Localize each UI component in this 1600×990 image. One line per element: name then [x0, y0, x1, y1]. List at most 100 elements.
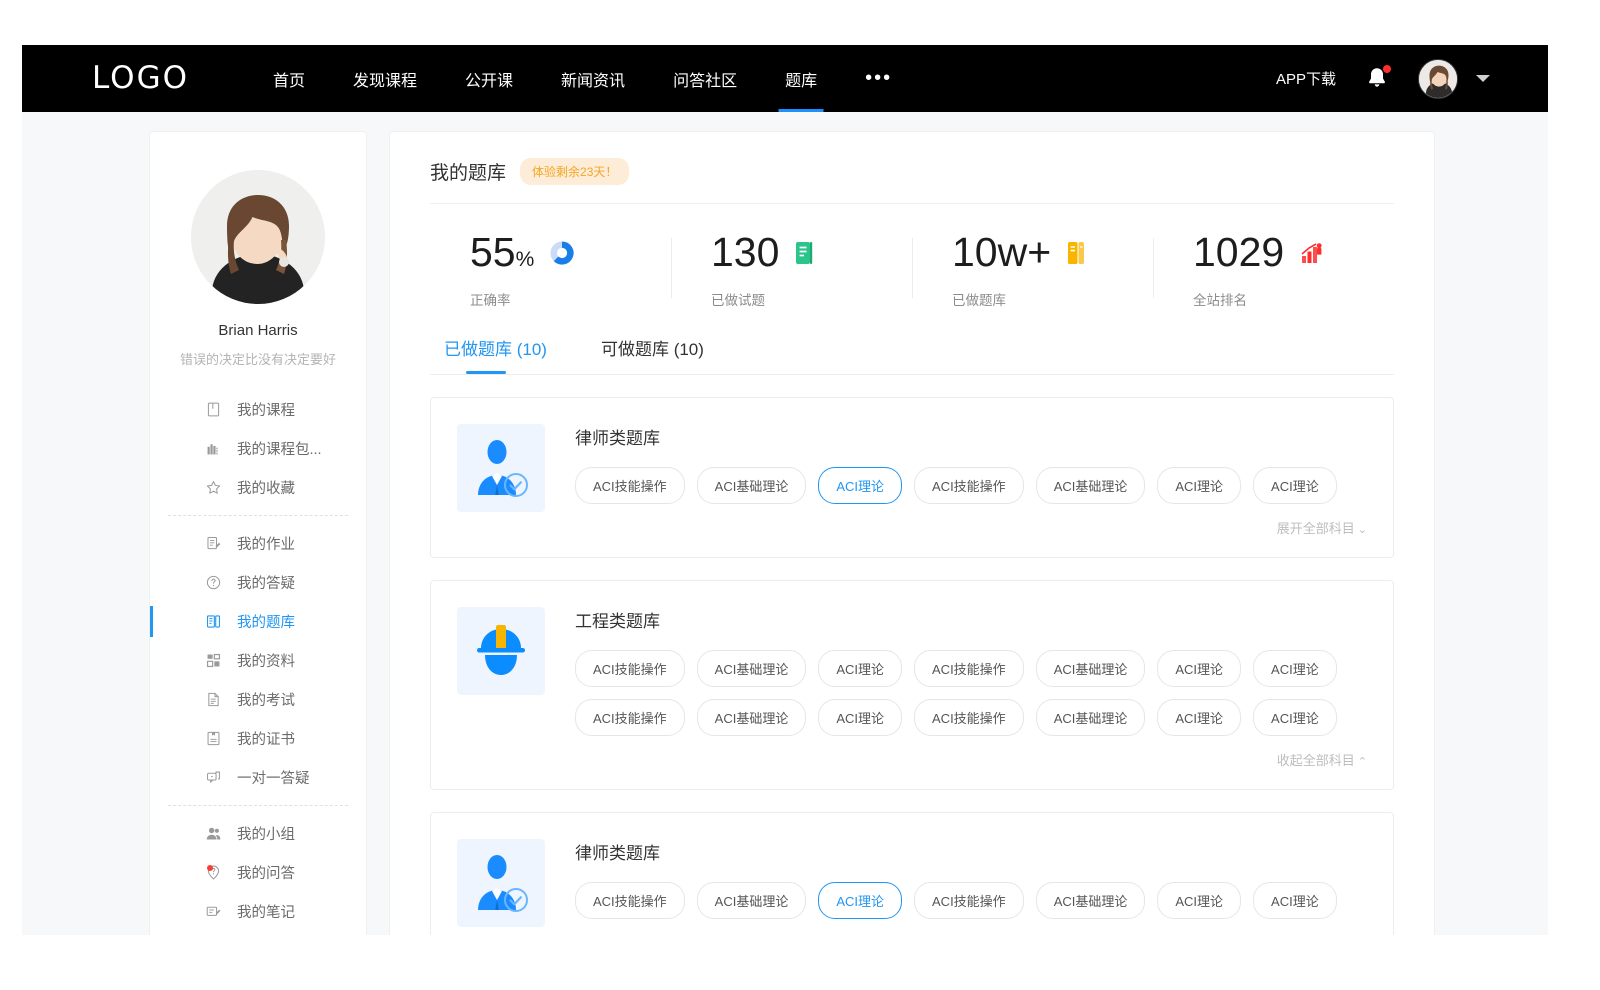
subject-chip[interactable]: ACI基础理论 [697, 699, 807, 736]
user-avatar-button[interactable] [1418, 59, 1458, 99]
stat-card-2: 10w+ 已做题库 [912, 232, 1153, 309]
sidebar-item-label: 我的课程包... [237, 438, 322, 459]
bank-body: 律师类题库ACI技能操作ACI基础理论ACI理论ACI技能操作ACI基础理论AC… [545, 424, 1367, 545]
subject-chip[interactable]: ACI理论 [1157, 467, 1241, 504]
lawyer-avatar-icon [471, 852, 531, 914]
stat-value: 130 [711, 232, 779, 273]
sidebar-item-5[interactable]: 我的题库 [150, 602, 366, 641]
sidebar-item-9[interactable]: 一对一答疑 [150, 758, 366, 797]
subject-chip[interactable]: ACI理论 [818, 882, 902, 919]
subject-chip[interactable]: ACI理论 [1253, 699, 1337, 736]
expand-subjects-link[interactable]: 收起全部科目⌃ [575, 748, 1367, 777]
sidebar-item-3[interactable]: 我的作业 [150, 524, 366, 563]
subject-chip[interactable]: ACI基础理论 [1036, 467, 1146, 504]
subject-chip[interactable]: ACI基础理论 [1036, 699, 1146, 736]
star-icon [204, 479, 222, 497]
subject-chip[interactable]: ACI基础理论 [1036, 650, 1146, 687]
trial-status-badge: 体验剩余23天！ [520, 158, 629, 185]
subject-chip[interactable]: ACI理论 [1157, 882, 1241, 919]
sidebar-item-12[interactable]: 我的笔记 [150, 892, 366, 931]
stat-number: 1029 [1193, 229, 1284, 275]
tab-0[interactable]: 已做题库 (10) [444, 335, 547, 374]
subject-chip[interactable]: ACI基础理论 [697, 650, 807, 687]
subject-chip[interactable]: ACI理论 [818, 699, 902, 736]
engineer-helmet-icon [471, 620, 531, 682]
subject-chip[interactable]: ACI理论 [1253, 650, 1337, 687]
sidebar-item-2[interactable]: 我的收藏 [150, 468, 366, 507]
expand-caret-icon: ⌃ [1358, 756, 1367, 768]
notification-bell-button[interactable] [1366, 66, 1388, 92]
subject-chip[interactable]: ACI基础理论 [1036, 882, 1146, 919]
nav-more-button[interactable]: ••• [841, 45, 916, 112]
tab-1[interactable]: 可做题库 (10) [601, 335, 704, 374]
lawyer-avatar-icon [471, 437, 531, 499]
subject-chip[interactable]: ACI技能操作 [575, 699, 685, 736]
subject-chip[interactable]: ACI理论 [1253, 467, 1337, 504]
subject-chip[interactable]: ACI技能操作 [575, 650, 685, 687]
site-logo[interactable]: LOGO [92, 63, 189, 94]
stat-value-row: 55% [470, 232, 671, 273]
subject-chip[interactable]: ACI技能操作 [575, 882, 685, 919]
sidebar-item-label: 我的作业 [237, 533, 295, 554]
sidebar-divider [168, 515, 348, 516]
user-menu-chevron-icon[interactable] [1476, 75, 1490, 82]
sidebar-item-0[interactable]: 我的课程 [150, 390, 366, 429]
subject-chip-row: ACI技能操作 ACI基础理论 ACI理论 ACI技能操作 ACI基础理论 ACI理论 AC… [575, 467, 1367, 504]
subject-chip[interactable]: ACI理论 [1157, 650, 1241, 687]
expand-caret-icon: ⌄ [1358, 524, 1367, 536]
certificate-icon [204, 730, 222, 748]
sidebar-item-7[interactable]: 我的考试 [150, 680, 366, 719]
sidebar-item-4[interactable]: 我的答疑 [150, 563, 366, 602]
subject-chip[interactable]: ACI理论 [1253, 882, 1337, 919]
documents-icon [204, 652, 222, 670]
sidebar-item-11[interactable]: 我的问答 [150, 853, 366, 892]
stat-number: 10w+ [952, 229, 1051, 275]
subject-chip[interactable]: ACI技能操作 [575, 467, 685, 504]
bank-title: 律师类题库 [575, 424, 1367, 449]
sidebar-item-label: 我的考试 [237, 689, 295, 710]
nav-item-3[interactable]: 新闻资讯 [537, 45, 649, 112]
question-bank-card: 工程类题库ACI技能操作ACI基础理论ACI理论ACI技能操作ACI基础理论AC… [430, 580, 1394, 790]
main-panel: 我的题库 体验剩余23天！ 55% 正确率130 已做试题10w+ 已做题库10… [390, 132, 1434, 935]
bank-body: 工程类题库ACI技能操作ACI基础理论ACI理论ACI技能操作ACI基础理论AC… [545, 607, 1367, 777]
notification-badge-dot [1383, 65, 1391, 73]
sidebar-item-8[interactable]: 我的证书 [150, 719, 366, 758]
subject-chip[interactable]: ACI技能操作 [914, 650, 1024, 687]
sidebar-item-1[interactable]: 我的课程包... [150, 429, 366, 468]
subject-chip[interactable]: ACI技能操作 [914, 699, 1024, 736]
nav-item-4[interactable]: 问答社区 [649, 45, 761, 112]
stat-icon [1067, 240, 1091, 266]
subject-chip[interactable]: ACI理论 [1157, 699, 1241, 736]
unread-dot-badge [207, 865, 213, 871]
homework-icon [205, 535, 222, 552]
stat-label: 已做题库 [952, 289, 1153, 309]
subject-chip[interactable]: ACI理论 [818, 467, 902, 504]
homework-icon [204, 535, 222, 553]
page-root: LOGO 首页发现课程公开课新闻资讯问答社区题库 ••• APP下载 [0, 0, 1600, 990]
nav-item-1[interactable]: 发现课程 [329, 45, 441, 112]
page-title: 我的题库 [430, 158, 506, 185]
nav-item-2[interactable]: 公开课 [441, 45, 537, 112]
stat-value-row: 130 [711, 232, 912, 273]
subject-chip[interactable]: ACI基础理论 [697, 882, 807, 919]
group-icon [205, 825, 222, 842]
nav-item-5[interactable]: 题库 [761, 45, 841, 112]
sidebar-item-label: 我的题库 [237, 611, 295, 632]
expand-subjects-link[interactable]: 展开全部科目⌄ [575, 516, 1367, 545]
top-navigation-bar: LOGO 首页发现课程公开课新闻资讯问答社区题库 ••• APP下载 [22, 45, 1548, 112]
app-download-link[interactable]: APP下载 [1276, 68, 1336, 89]
profile-motto: 错误的决定比没有决定要好 [150, 349, 366, 368]
stat-card-1: 130 已做试题 [671, 232, 912, 309]
subject-chip[interactable]: ACI技能操作 [914, 882, 1024, 919]
nav-item-0[interactable]: 首页 [249, 45, 329, 112]
sidebar-item-10[interactable]: 我的小组 [150, 814, 366, 853]
sidebar-item-label: 我的答疑 [237, 572, 295, 593]
star-icon [205, 479, 222, 496]
subject-chip[interactable]: ACI技能操作 [914, 467, 1024, 504]
sidebar-item-6[interactable]: 我的资料 [150, 641, 366, 680]
subject-chip[interactable]: ACI基础理论 [697, 467, 807, 504]
question-bank-icon [205, 613, 222, 630]
stat-value-row: 10w+ [952, 232, 1153, 273]
subject-chip[interactable]: ACI理论 [818, 650, 902, 687]
question-bank-list: 律师类题库ACI技能操作ACI基础理论ACI理论ACI技能操作ACI基础理论AC… [430, 375, 1394, 935]
